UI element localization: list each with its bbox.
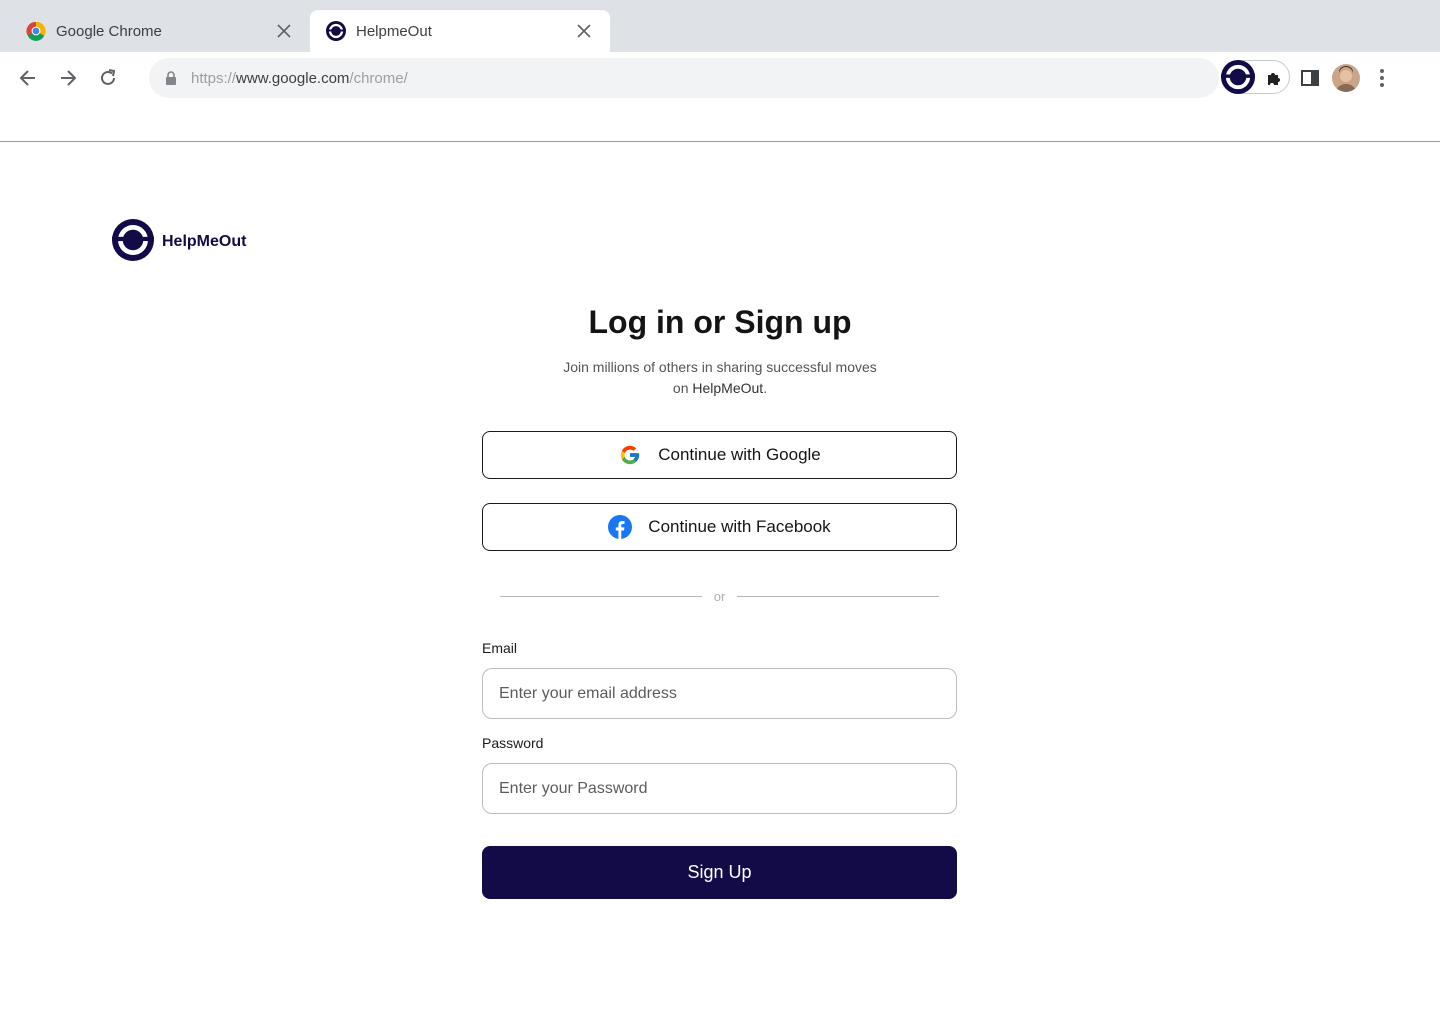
continue-with-google-button[interactable]: Continue with Google xyxy=(482,431,957,479)
more-menu-icon[interactable] xyxy=(1372,66,1392,90)
tab-strip: Google Chrome HelpmeOut xyxy=(0,0,1440,52)
extensions-pill xyxy=(1221,60,1290,94)
browser-toolbar: https://www.google.com/chrome/ xyxy=(0,52,1440,104)
helpmeout-extension-icon[interactable] xyxy=(1221,60,1255,94)
tab-google-chrome[interactable]: Google Chrome xyxy=(10,10,310,52)
google-icon xyxy=(618,443,642,467)
chrome-icon xyxy=(26,21,46,41)
helpmeout-logo-icon xyxy=(112,218,154,266)
facebook-button-label: Continue with Facebook xyxy=(648,517,831,536)
forward-arrow-icon[interactable] xyxy=(56,66,80,90)
page-subtitle: Join millions of others in sharing succe… xyxy=(560,357,880,399)
email-field[interactable] xyxy=(482,668,957,719)
url-scheme: https:// xyxy=(191,69,237,87)
tab-helpmeout[interactable]: HelpmeOut xyxy=(310,10,610,52)
tab-title: Google Chrome xyxy=(56,22,162,40)
tab-title: HelpmeOut xyxy=(356,22,432,40)
brand-logo[interactable]: HelpMeOut xyxy=(112,218,247,266)
url-host: www.google.com xyxy=(236,69,350,87)
password-label: Password xyxy=(482,735,544,751)
reload-icon[interactable] xyxy=(96,66,120,90)
or-text: or xyxy=(713,588,726,604)
subtitle-end: . xyxy=(763,380,768,396)
brand-name: HelpMeOut xyxy=(162,233,247,250)
google-button-label: Continue with Google xyxy=(658,445,821,464)
page-title: Log in or Sign up xyxy=(588,304,852,340)
address-bar[interactable]: https://www.google.com/chrome/ xyxy=(149,58,1219,98)
subtitle-brand: HelpMeOut xyxy=(692,380,764,396)
close-icon[interactable] xyxy=(274,21,294,41)
toolbar-divider xyxy=(0,141,1440,142)
divider-rule xyxy=(737,595,939,597)
divider-rule xyxy=(500,595,702,597)
facebook-icon xyxy=(608,515,633,539)
email-label: Email xyxy=(482,640,518,656)
puzzle-icon[interactable] xyxy=(1265,69,1283,87)
continue-with-facebook-button[interactable]: Continue with Facebook xyxy=(482,503,957,551)
helpmeout-icon xyxy=(326,21,346,41)
close-icon[interactable] xyxy=(574,21,594,41)
url-path: /chrome/ xyxy=(349,69,408,87)
sign-up-button[interactable]: Sign Up xyxy=(482,846,957,899)
side-panel-icon[interactable] xyxy=(1300,68,1320,88)
avatar[interactable] xyxy=(1332,64,1360,92)
back-arrow-icon[interactable] xyxy=(16,66,40,90)
lock-icon xyxy=(163,70,179,86)
password-field[interactable] xyxy=(482,763,957,814)
or-divider: or xyxy=(500,586,939,606)
